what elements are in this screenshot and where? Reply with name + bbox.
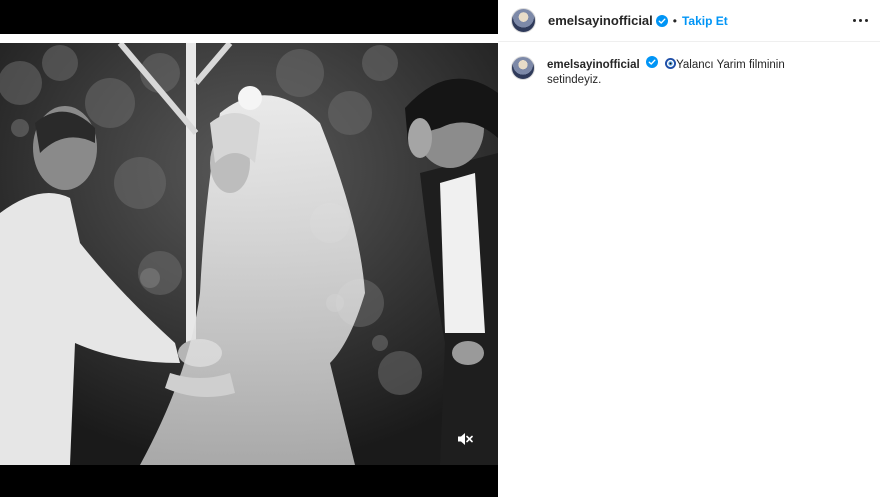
username-link[interactable]: emelsayinofficial [548,13,653,28]
verified-badge-icon [645,56,658,68]
caption-username-link[interactable]: emelsayinofficial [547,59,640,71]
media-top-border [0,34,498,43]
mute-toggle-button[interactable] [454,428,476,450]
caption-text-block: emelsayinofficial Yalancı Yarim filminin… [547,56,787,88]
post-caption: emelsayinofficial Yalancı Yarim filminin… [498,42,880,88]
wedding-scene-image [0,43,498,465]
post-media[interactable] [0,0,498,497]
separator-dot: • [672,13,677,28]
follow-button[interactable]: Takip Et [682,14,728,28]
more-options-icon [853,19,856,22]
speaker-muted-icon [458,433,473,445]
post-video-frame[interactable] [0,43,498,465]
avatar[interactable] [511,8,536,33]
post-header: emelsayinofficial • Takip Et [498,0,880,42]
caption-avatar[interactable] [511,56,535,80]
post-sidebar: emelsayinofficial • Takip Et emelsayinof… [498,0,880,497]
nazar-amulet-icon [665,58,677,69]
more-options-button[interactable] [853,15,868,26]
verified-badge-icon [655,14,668,27]
